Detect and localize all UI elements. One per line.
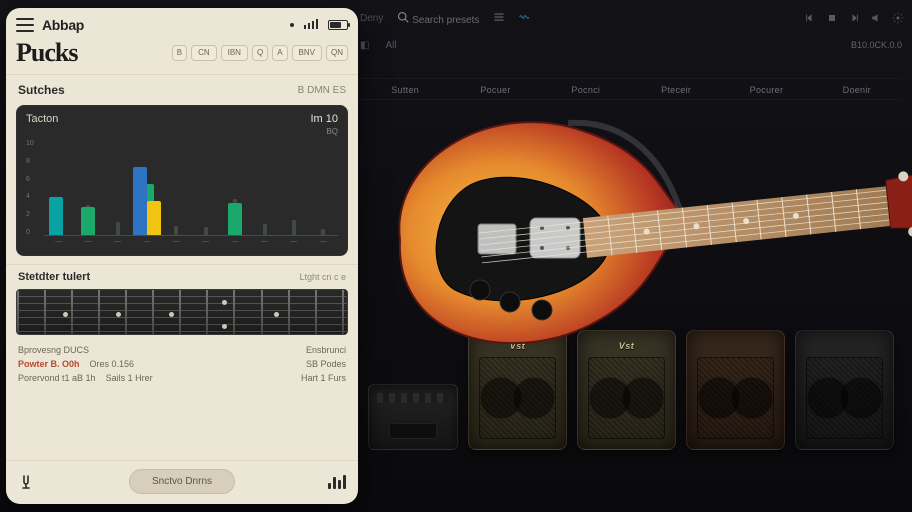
section-meta: B DMN ES <box>298 85 346 96</box>
sec-item-2[interactable]: All <box>385 40 396 51</box>
mr1-right: Ensbrunci <box>306 345 346 355</box>
chart-xaxis: —————————— <box>44 238 338 250</box>
search-icon <box>397 11 409 23</box>
sub-meta: Ltght cn c e <box>299 272 346 282</box>
top-wave[interactable] <box>519 11 531 26</box>
chart-plot <box>44 140 338 236</box>
amp-cab-4[interactable] <box>795 330 894 450</box>
sub-head: Stetdter tulert Ltght cn c e <box>6 264 358 287</box>
stop-icon[interactable] <box>826 12 838 24</box>
brand-row: Pucks B CN IBN Q A BNV QN <box>6 38 358 74</box>
col-3[interactable]: Pteceir <box>631 79 721 99</box>
workspace: Deny Search presets ◧ All B10.0CK.0.0 Su… <box>0 0 912 512</box>
mr3-left-b: Sails 1 Hrer <box>106 373 153 383</box>
amp-badge-1: Vst <box>510 341 526 351</box>
chart-sublabel: BQ <box>26 127 338 136</box>
col-2[interactable]: Pocnci <box>541 79 631 99</box>
filter-label: All <box>385 40 396 51</box>
meta-rows: Bprovesng DUCS Ensbrunci Powter B. O0h Ore… <box>6 339 358 385</box>
primary-cta-button[interactable]: Snctvo Dnrns <box>129 469 235 494</box>
panel-header: Abbap <box>6 8 358 38</box>
secondary-toolbar: ◧ All B10.0CK.0.0 <box>360 34 902 56</box>
status-dot-icon <box>290 23 294 27</box>
col-4[interactable]: Pocurer <box>721 79 811 99</box>
app-name-small: Abbap <box>42 17 84 33</box>
brand-logo: Pucks <box>16 38 77 68</box>
battery-icon <box>328 20 348 30</box>
gear-icon[interactable] <box>892 12 904 24</box>
amp-head[interactable] <box>368 384 458 450</box>
prev-icon[interactable] <box>804 12 816 24</box>
chart-value: Im 10 <box>310 113 338 125</box>
equalizer-icon[interactable] <box>328 475 348 489</box>
mr1-left: Bprovesng DUCS <box>18 345 89 355</box>
sec-item-1[interactable]: ◧ <box>360 40 369 51</box>
chart-area[interactable]: 1086420 —————————— <box>26 140 338 250</box>
volume-icon[interactable] <box>870 12 882 24</box>
chip-1[interactable]: CN <box>191 45 217 61</box>
mr3-left-a: Porervond t1 aB 1h <box>18 373 96 383</box>
menu-icon[interactable] <box>16 18 34 32</box>
mr2-right: SB Podes <box>306 359 346 369</box>
col-0[interactable]: Sutten <box>360 79 450 99</box>
column-header: Sutten Pocuer Pocnci Pteceir Pocurer Doe… <box>360 78 902 100</box>
sliders-icon <box>493 11 505 23</box>
wave-icon <box>519 11 531 23</box>
chip-3[interactable]: Q <box>252 45 268 61</box>
side-panel: Abbap Pucks B CN IBN Q A BNV QN Sutches … <box>6 8 358 504</box>
panel-footer: Snctvo Dnrns <box>6 460 358 504</box>
signal-icon <box>304 16 318 34</box>
mr3-right: Hart 1 Furs <box>301 373 346 383</box>
section-head: Sutches B DMN ES <box>6 74 358 101</box>
top-search-placeholder: Search presets <box>412 15 479 26</box>
chip-2[interactable]: IBN <box>221 45 248 61</box>
tuning-fork-icon[interactable] <box>16 473 36 491</box>
top-toolbar: Deny Search presets <box>360 6 904 30</box>
fret-strip[interactable] <box>16 289 348 335</box>
chip-4[interactable]: A <box>272 45 287 61</box>
amp-badge-2: Vst <box>619 341 635 351</box>
mr2-left-b: Ores 0.156 <box>90 359 135 369</box>
chip-6[interactable]: QN <box>326 45 348 61</box>
chip-row: B CN IBN Q A BNV QN <box>172 45 348 61</box>
amp-row: Vst Vst <box>360 280 902 450</box>
amp-cab-3[interactable] <box>686 330 785 450</box>
amp-cab-2[interactable]: Vst <box>577 330 676 450</box>
next-icon[interactable] <box>848 12 860 24</box>
col-1[interactable]: Pocuer <box>450 79 540 99</box>
amp-cab-1[interactable]: Vst <box>468 330 567 450</box>
sub-title: Stetdter tulert <box>18 271 90 283</box>
chip-0[interactable]: B <box>172 45 187 61</box>
col-5[interactable]: Doenir <box>812 79 902 99</box>
sec-right-code: B10.0CK.0.0 <box>851 40 902 50</box>
chart-yaxis: 1086420 <box>26 140 42 236</box>
chart-card: Tacton Im 10 BQ 1086420 —————————— <box>16 105 348 256</box>
chart-title: Tacton <box>26 113 58 125</box>
top-item-deny[interactable]: Deny <box>360 13 383 24</box>
top-search[interactable]: Search presets <box>397 11 479 26</box>
top-filter[interactable] <box>493 11 505 26</box>
section-title: Sutches <box>18 83 65 97</box>
chip-5[interactable]: BNV <box>292 45 322 61</box>
mr2-left-a: Powter B. O0h <box>18 359 80 369</box>
